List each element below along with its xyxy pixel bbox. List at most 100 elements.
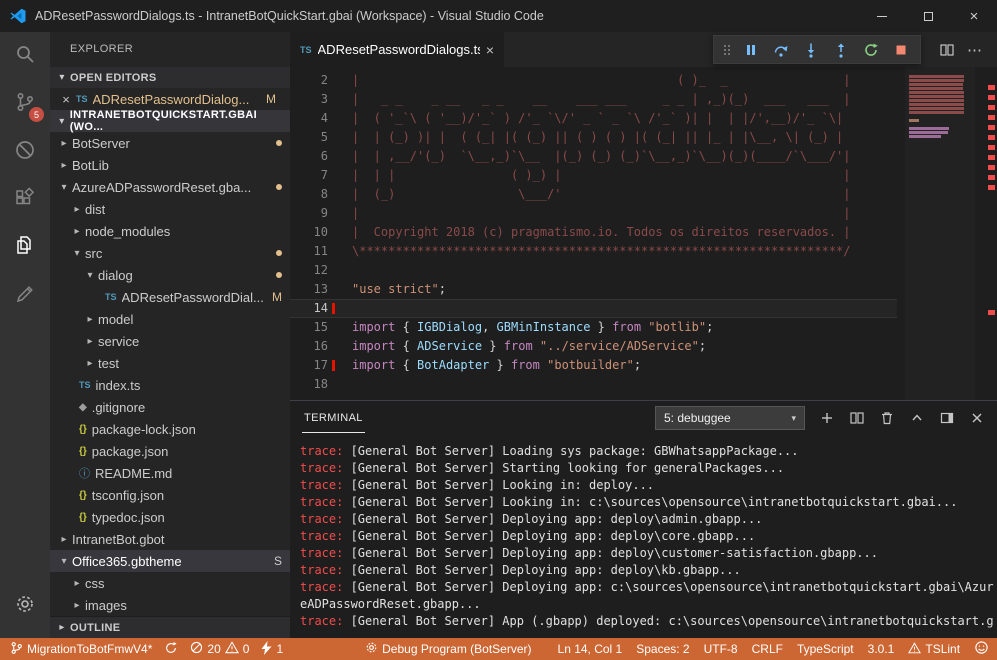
code-line-6[interactable]: 6| | ,__/'(_) `\__,_)`\__ |(_) (_) (_)`\…	[290, 147, 897, 166]
tree-item-readme-md[interactable]: ⓘREADME.md	[50, 462, 290, 484]
code-line-11[interactable]: 11\*************************************…	[290, 242, 897, 261]
gear-icon	[14, 593, 36, 620]
tree-item-images[interactable]: ▸images	[50, 594, 290, 616]
tab-adresetpassworddialogs-ts[interactable]: TS ADResetPasswordDialogs.ts ×	[290, 32, 504, 67]
maximize-icon	[924, 12, 933, 21]
open-editor-item[interactable]: × TS ADResetPasswordDialog... M	[50, 88, 290, 110]
terminal-tab[interactable]: TERMINAL	[302, 403, 365, 433]
tree-item-service[interactable]: ▸service	[50, 330, 290, 352]
encoding-status[interactable]: UTF-8	[704, 642, 738, 656]
split-editor-button[interactable]	[939, 42, 955, 58]
code-line-7[interactable]: 7| | | ( )_) | |	[290, 166, 897, 185]
code-line-15[interactable]: 15import { IGBDialog, GBMinInstance } fr…	[290, 318, 897, 337]
terminal-instance-select[interactable]: 5: debuggee ▾	[655, 406, 805, 430]
stop-button[interactable]	[887, 37, 914, 62]
step-out-button[interactable]	[827, 37, 854, 62]
language-mode-status[interactable]: TypeScript	[797, 642, 854, 656]
tree-item-office365-gbtheme[interactable]: ▾Office365.gbthemeS	[50, 550, 290, 572]
close-icon[interactable]: ×	[58, 92, 74, 107]
more-actions-button[interactable]: ⋯	[967, 41, 983, 59]
tree-item-css[interactable]: ▸css	[50, 572, 290, 594]
code-line-3[interactable]: 3| _ _ _ __ _ _ __ ___ ___ _ _ | ,_)(_) …	[290, 90, 897, 109]
problems-status[interactable]: 20 0	[190, 641, 249, 657]
tree-item-src[interactable]: ▾src	[50, 242, 290, 264]
sync-status[interactable]	[164, 641, 178, 658]
tree-item-package-json[interactable]: {}package.json	[50, 440, 290, 462]
code-line-17[interactable]: 17import { BotAdapter } from "botbuilder…	[290, 356, 897, 375]
tree-item-dist[interactable]: ▸dist	[50, 198, 290, 220]
pause-button[interactable]	[737, 37, 764, 62]
tree-item-azureadpasswordreset-gba[interactable]: ▾AzureADPasswordReset.gba...	[50, 176, 290, 198]
code-line-14[interactable]: 14	[290, 299, 897, 318]
split-terminal-button[interactable]	[849, 410, 865, 426]
debug-session-status[interactable]: Debug Program (BotServer)	[365, 641, 531, 657]
task-status[interactable]: 1	[261, 641, 283, 658]
cursor-position-status[interactable]: Ln 14, Col 1	[558, 642, 623, 656]
tree-item-botserver[interactable]: ▸BotServer	[50, 132, 290, 154]
typescript-version-status[interactable]: 3.0.1	[868, 642, 895, 656]
activity-debug-button[interactable]	[0, 128, 50, 176]
code-line-10[interactable]: 10| Copyright 2018 (c) pragmatismo.io. T…	[290, 223, 897, 242]
tree-item-index-ts[interactable]: TSindex.ts	[50, 374, 290, 396]
chevron-down-icon: ▾	[791, 413, 796, 424]
chevron-right-icon: ▸	[54, 622, 70, 633]
settings-button[interactable]	[0, 582, 50, 630]
close-window-button[interactable]: ×	[951, 0, 997, 32]
tree-item-typedoc-json[interactable]: {}typedoc.json	[50, 506, 290, 528]
drag-handle-icon[interactable]	[720, 42, 734, 58]
restart-button[interactable]	[857, 37, 884, 62]
activity-search-button[interactable]	[0, 32, 50, 80]
tree-item-botlib[interactable]: ▸BotLib	[50, 154, 290, 176]
eol-status[interactable]: CRLF	[752, 642, 783, 656]
close-panel-button[interactable]	[969, 410, 985, 426]
code-line-16[interactable]: 16import { ADService } from "../service/…	[290, 337, 897, 356]
tree-item-tsconfig-json[interactable]: {}tsconfig.json	[50, 484, 290, 506]
code-line-8[interactable]: 8| (_) \___/' |	[290, 185, 897, 204]
outline-section-header[interactable]: ▸ OUTLINE	[50, 616, 290, 638]
tslint-status[interactable]: TSLint	[908, 642, 960, 657]
tree-item-model[interactable]: ▸model	[50, 308, 290, 330]
maximize-button[interactable]	[905, 0, 951, 32]
tree-item-intranetbot-gbot[interactable]: ▸IntranetBot.gbot	[50, 528, 290, 550]
minimize-button[interactable]	[859, 0, 905, 32]
step-over-button[interactable]	[767, 37, 794, 62]
activity-explorer-button[interactable]	[0, 224, 50, 272]
code-line-5[interactable]: 5| | (_) )| | ( (_| |( (_) || ( ) ( ) |(…	[290, 128, 897, 147]
maximize-panel-button[interactable]	[909, 410, 925, 426]
step-into-button[interactable]	[797, 37, 824, 62]
tree-item-package-lock-json[interactable]: {}package-lock.json	[50, 418, 290, 440]
open-editors-label: OPEN EDITORS	[70, 72, 157, 84]
code-line-18[interactable]: 18	[290, 375, 897, 394]
open-editors-header[interactable]: ▾ OPEN EDITORS	[50, 67, 290, 89]
panel-position-button[interactable]	[939, 410, 955, 426]
git-status-badge: M	[266, 92, 282, 106]
terminal-output[interactable]: trace: [General Bot Server] Loading sys …	[290, 435, 997, 638]
code-line-13[interactable]: 13"use strict";	[290, 280, 897, 299]
git-branch-status[interactable]: MigrationToBotFmwV4*	[10, 641, 152, 658]
new-terminal-button[interactable]	[819, 410, 835, 426]
minimap[interactable]	[905, 67, 975, 400]
code-line-9[interactable]: 9| |	[290, 204, 897, 223]
activity-source-control-button[interactable]: 5	[0, 80, 50, 128]
code-line-2[interactable]: 2| ( )_ _ |	[290, 71, 897, 90]
tree-item-node-modules[interactable]: ▸node_modules	[50, 220, 290, 242]
typescript-file-icon: TS	[300, 45, 312, 55]
chevron-right-icon: ▸	[56, 138, 72, 149]
workspace-section-header[interactable]: ▾ INTRANETBOTQUICKSTART.GBAI (WO...	[50, 110, 290, 132]
activity-extensions-button[interactable]	[0, 176, 50, 224]
code-line-12[interactable]: 12	[290, 261, 897, 280]
code-editor[interactable]: 2| ( )_ _ |3| _ _ _ __ _ _ __ ___ ___ _ …	[290, 67, 997, 400]
activity-edit-button[interactable]	[0, 272, 50, 320]
branch-icon	[10, 641, 23, 658]
code-line-4[interactable]: 4| ( '_`\ ( '__)/'_` ) /'_ `\/' _ ` _ `\…	[290, 109, 897, 128]
terminal-line: trace: [General Bot Server] Looking in: …	[300, 494, 997, 511]
kill-terminal-button[interactable]	[879, 410, 895, 426]
tree-item-adresetpassworddial[interactable]: TSADResetPasswordDial...M	[50, 286, 290, 308]
tree-item-dialog[interactable]: ▾dialog	[50, 264, 290, 286]
close-tab-icon[interactable]: ×	[486, 42, 494, 58]
tree-item-test[interactable]: ▸test	[50, 352, 290, 374]
tree-item-gitignore[interactable]: ◆.gitignore	[50, 396, 290, 418]
git-status-badge: S	[274, 554, 290, 568]
indentation-status[interactable]: Spaces: 2	[636, 642, 689, 656]
feedback-button[interactable]	[974, 640, 989, 658]
